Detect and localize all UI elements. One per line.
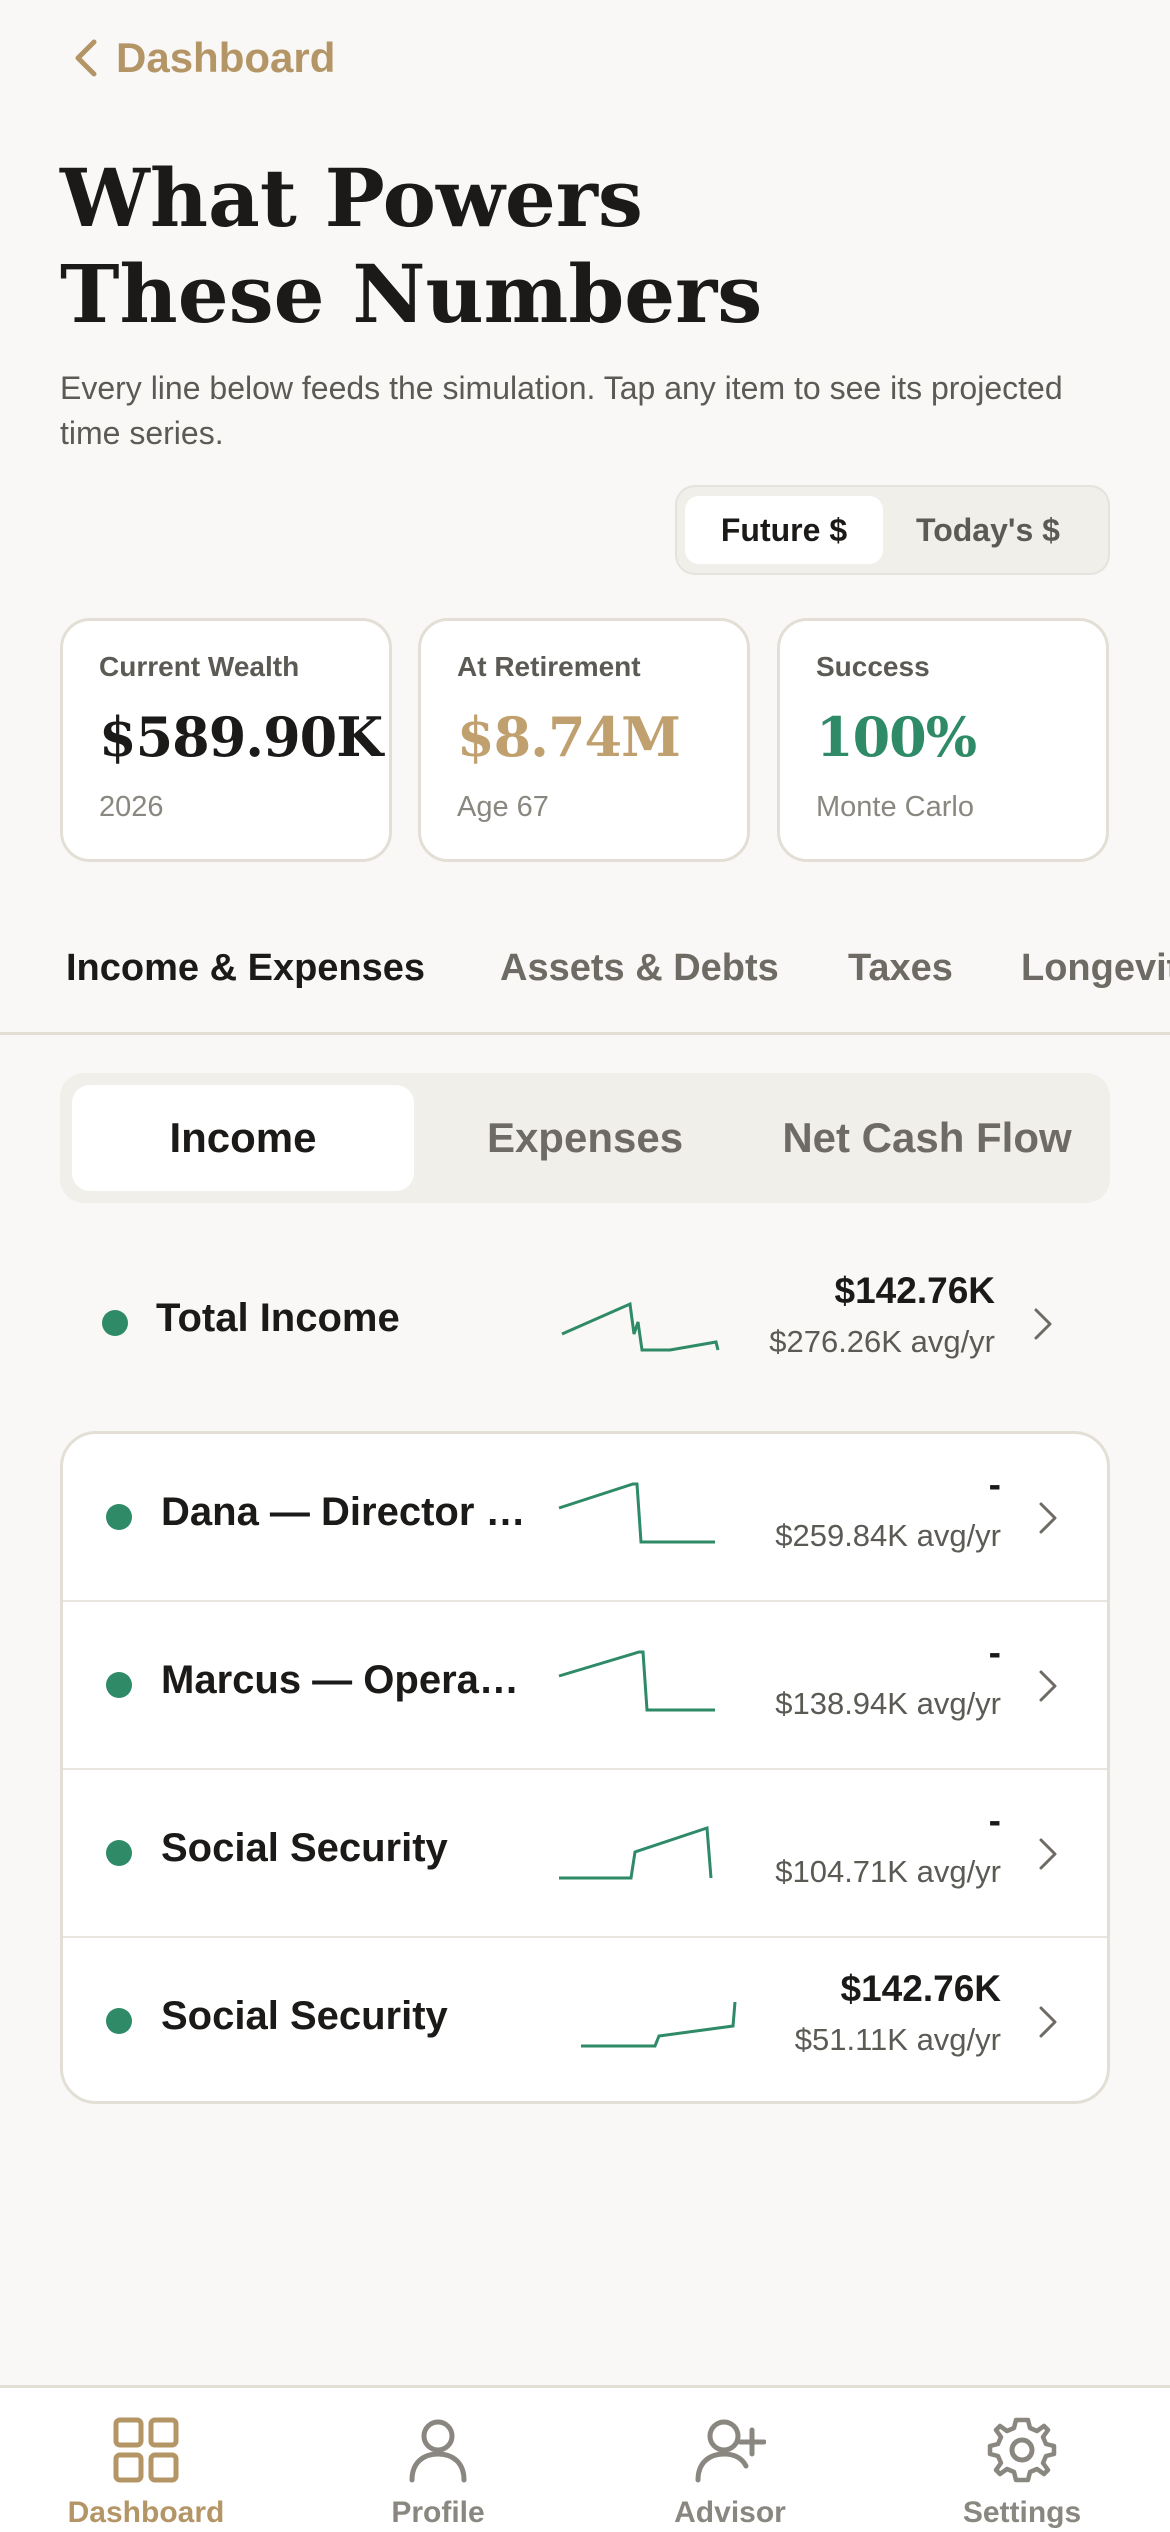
page-subtitle: Every line below feeds the simulation. T…: [60, 370, 1063, 451]
nav-label: Advisor: [674, 2496, 786, 2529]
sparkline: [581, 2001, 737, 2048]
income-item-row[interactable]: Social Security - $104.71K avg/yr: [63, 1770, 1107, 1938]
row-avg: $104.71K avg/yr: [775, 1854, 1001, 1889]
chevron-right-icon: [1039, 2006, 1057, 2038]
chevron-right-icon: [1039, 1670, 1057, 1702]
row-avg: $51.11K avg/yr: [794, 2022, 1001, 2057]
page-title-line-2: These Numbers: [60, 247, 763, 341]
page-title: What Powers These Numbers: [60, 150, 1110, 342]
tab-assets-debts[interactable]: Assets & Debts: [500, 930, 779, 1032]
nav-profile[interactable]: Profile: [292, 2388, 584, 2532]
nav-label: Settings: [962, 2496, 1082, 2529]
row-value: -: [988, 1464, 1001, 1505]
total-income-row[interactable]: Total Income $142.76K $276.26K avg/yr: [60, 1240, 1110, 1408]
back-button[interactable]: Dashboard: [72, 34, 335, 82]
nav-advisor[interactable]: Advisor: [584, 2388, 876, 2532]
stat-card-at-retirement: At Retirement $8.74M Age 67: [418, 618, 750, 862]
stat-value: $589.90K: [99, 705, 383, 769]
stat-label: At Retirement: [457, 651, 641, 682]
add-person-icon: [695, 2419, 766, 2483]
income-item-row[interactable]: Marcus — Operations Manager - $138.94K a…: [63, 1602, 1107, 1770]
stat-card-current-wealth: Current Wealth $589.90K 2026: [60, 618, 392, 862]
series-dot: [106, 1504, 132, 1530]
stat-sub: 2026: [99, 791, 164, 823]
row-value: -: [988, 1632, 1001, 1673]
series-dot: [106, 2008, 132, 2034]
row-label: Marcus — Operations Manager: [161, 1658, 521, 1702]
todays-dollars-option[interactable]: Today's $: [883, 496, 1093, 564]
series-dot: [106, 1672, 132, 1698]
row-label: Total Income: [156, 1296, 400, 1340]
grid-icon: [113, 2417, 179, 2483]
dollar-mode-toggle: Future $ Today's $: [675, 485, 1110, 575]
row-avg: $138.94K avg/yr: [775, 1686, 1001, 1721]
nav-settings[interactable]: Settings: [876, 2388, 1168, 2532]
income-items-card: Dana — Director of Engineering - $259.84…: [60, 1431, 1110, 2104]
person-icon: [409, 2419, 467, 2483]
stat-value: $8.74M: [457, 705, 681, 769]
row-value: -: [988, 1800, 1001, 1841]
bottom-nav: Dashboard Profile Advisor Settings: [0, 2385, 1170, 2532]
income-item-row[interactable]: Social Security $142.76K $51.11K avg/yr: [63, 1938, 1107, 2101]
stat-value: 100%: [816, 705, 977, 769]
series-dot: [102, 1310, 128, 1336]
row-value: $142.76K: [834, 1270, 995, 1311]
income-segment-control: Income Expenses Net Cash Flow: [60, 1073, 1110, 1203]
row-value: $142.76K: [840, 1968, 1001, 2009]
segment-net-cash-flow[interactable]: Net Cash Flow: [756, 1085, 1098, 1191]
category-tabs: Income & Expenses Assets & Debts Taxes L…: [0, 930, 1170, 1035]
gear-icon: [987, 2417, 1057, 2483]
row-label: Social Security: [161, 1826, 448, 1870]
series-dot: [106, 1840, 132, 1866]
segment-income[interactable]: Income: [72, 1085, 414, 1191]
chevron-right-icon: [1039, 1502, 1057, 1534]
sparkline: [559, 1825, 713, 1880]
chevron-right-icon: [1034, 1308, 1052, 1340]
row-avg: $259.84K avg/yr: [775, 1518, 1001, 1553]
segment-expenses[interactable]: Expenses: [414, 1085, 756, 1191]
stat-label: Success: [816, 651, 930, 682]
income-item-row[interactable]: Dana — Director of Engineering - $259.84…: [63, 1434, 1107, 1602]
page-title-line-1: What Powers: [60, 151, 643, 245]
chevron-right-icon: [1039, 1838, 1057, 1870]
stat-card-success: Success 100% Monte Carlo: [777, 618, 1109, 862]
row-label: Social Security: [161, 1994, 448, 2038]
nav-dashboard[interactable]: Dashboard: [0, 2388, 292, 2532]
sparkline: [561, 1301, 720, 1352]
row-label: Dana — Director of Engineering: [161, 1490, 541, 1534]
stat-sub: Monte Carlo: [816, 791, 974, 823]
sparkline: [558, 1482, 715, 1544]
tab-income-expenses[interactable]: Income & Expenses: [66, 930, 425, 1032]
nav-label: Profile: [391, 2496, 485, 2529]
chevron-left-icon: [75, 39, 97, 77]
tab-longevity[interactable]: Longevity: [1021, 930, 1170, 1032]
sparkline: [558, 1650, 715, 1712]
stat-label: Current Wealth: [99, 651, 300, 682]
stat-sub: Age 67: [457, 791, 549, 823]
future-dollars-option[interactable]: Future $: [685, 496, 883, 564]
row-avg: $276.26K avg/yr: [769, 1324, 995, 1359]
nav-label: Dashboard: [67, 2496, 225, 2529]
back-label: Dashboard: [116, 34, 336, 81]
tab-taxes[interactable]: Taxes: [848, 930, 953, 1032]
